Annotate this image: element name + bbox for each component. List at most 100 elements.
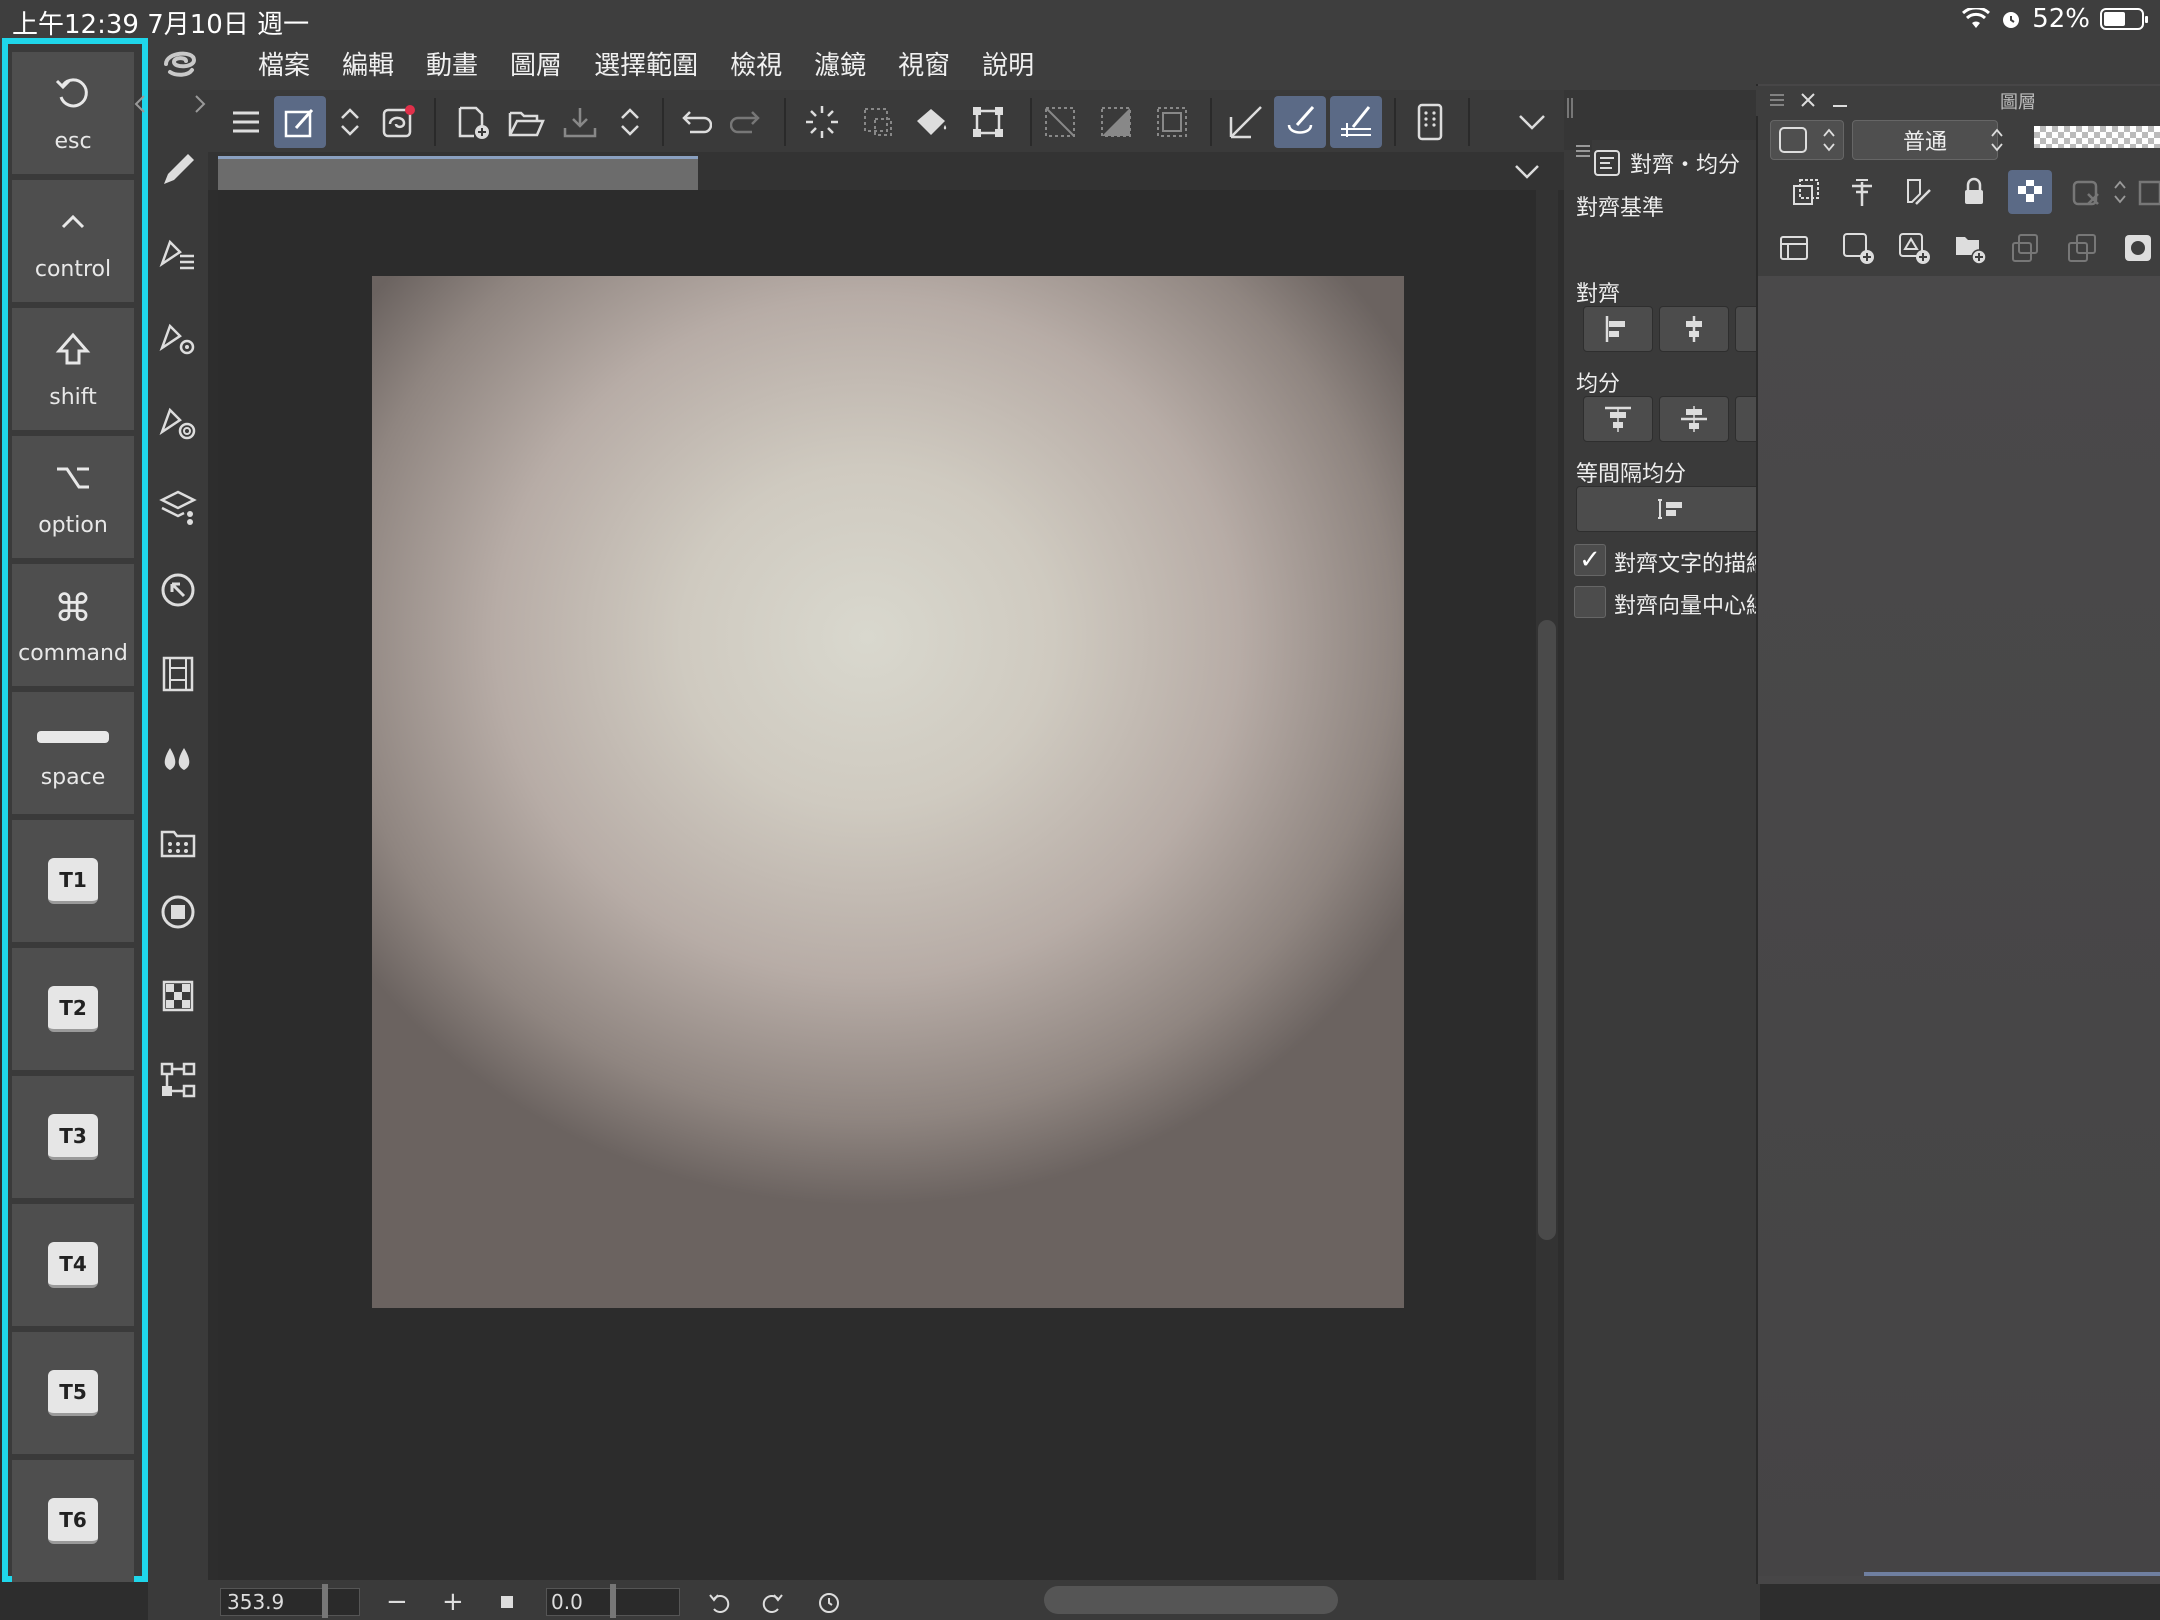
merge-layer-icon[interactable] xyxy=(2060,226,2104,270)
layer-list[interactable] xyxy=(1758,276,2160,1576)
menu-edit[interactable]: 編輯 xyxy=(326,48,410,84)
clip-to-layer-below-icon[interactable] xyxy=(1784,170,1828,214)
layer-panel-menu-icon[interactable] xyxy=(1768,92,1790,110)
t4-key[interactable]: T4 xyxy=(12,1204,134,1326)
align-horizontal-center-button[interactable] xyxy=(1659,306,1729,352)
t5-key[interactable]: T5 xyxy=(12,1332,134,1454)
rotate-left-icon[interactable] xyxy=(706,1588,736,1616)
opacity-slider[interactable] xyxy=(2034,126,2160,148)
clear-outside-selection-icon[interactable] xyxy=(852,96,904,148)
transform-icon[interactable] xyxy=(962,96,1014,148)
layer-color-select[interactable] xyxy=(1770,120,1844,160)
rotation-slider-handle[interactable] xyxy=(610,1584,616,1618)
align-left-button[interactable] xyxy=(1583,306,1653,352)
t3-key[interactable]: T3 xyxy=(12,1076,134,1198)
clear-icon[interactable] xyxy=(796,96,848,148)
menu-file[interactable]: 檔案 xyxy=(242,48,326,84)
pen-target-icon[interactable] xyxy=(152,396,204,448)
special-ruler-snap-icon[interactable] xyxy=(1274,96,1326,148)
zoom-in-button[interactable]: + xyxy=(442,1587,470,1617)
redo-icon[interactable] xyxy=(722,96,774,148)
menu-layer[interactable]: 圖層 xyxy=(494,48,578,84)
layer-panel-minimize-icon[interactable] xyxy=(1830,90,1854,114)
menu-help[interactable]: 說明 xyxy=(966,48,1050,84)
transfer-to-lower-layer-icon[interactable] xyxy=(2004,226,2048,270)
edit-mode-icon[interactable] xyxy=(274,96,326,148)
ruler-layer-icon[interactable] xyxy=(2136,170,2160,214)
device-settings-icon[interactable] xyxy=(1404,96,1456,148)
color-circle-icon[interactable] xyxy=(152,886,204,938)
updown-chevron-icon[interactable] xyxy=(324,96,376,148)
align-distribute-tab[interactable]: 對齊・均分 xyxy=(1592,140,1762,186)
equal-spacing-button[interactable] xyxy=(1576,486,1766,532)
open-folder-icon[interactable] xyxy=(500,96,552,148)
grid-snap-icon[interactable] xyxy=(1330,96,1382,148)
save-updown-chevron-icon[interactable] xyxy=(604,96,656,148)
lock-transparent-pixels-icon[interactable] xyxy=(2008,170,2052,214)
panel-left-chevron-icon[interactable] xyxy=(132,92,152,122)
node-graph-icon[interactable] xyxy=(152,1054,204,1106)
control-key[interactable]: control xyxy=(12,180,134,302)
companion-mode-icon[interactable] xyxy=(372,96,424,148)
pen-layers-icon[interactable] xyxy=(152,228,204,280)
menu-view[interactable]: 檢視 xyxy=(714,48,798,84)
horizontal-scroll-thumb[interactable] xyxy=(1044,1586,1338,1614)
hamburger-menu-icon[interactable] xyxy=(220,96,272,148)
command-bar-collapse-icon[interactable] xyxy=(1506,96,1558,148)
new-canvas-icon[interactable] xyxy=(446,96,498,148)
space-key[interactable]: space xyxy=(12,692,134,814)
layer-property-icon[interactable] xyxy=(152,480,204,532)
command-key[interactable]: ⌘ command xyxy=(12,564,134,686)
pen-tool-icon[interactable] xyxy=(152,144,204,196)
pen-settings-icon[interactable] xyxy=(152,312,204,364)
color-drops-icon[interactable] xyxy=(152,732,204,784)
layer-property-panel-icon[interactable] xyxy=(1772,226,1816,270)
t6-key[interactable]: T6 xyxy=(12,1460,134,1582)
layer-panel-close-icon[interactable] xyxy=(1798,90,1822,114)
invert-selection-icon[interactable] xyxy=(1090,96,1142,148)
save-download-icon[interactable] xyxy=(554,96,606,148)
t2-key[interactable]: T2 xyxy=(12,948,134,1070)
t1-key[interactable]: T1 xyxy=(12,820,134,942)
vertical-scroll-thumb[interactable] xyxy=(1538,620,1556,1240)
menu-animation[interactable]: 動畫 xyxy=(410,48,494,84)
blend-mode-chevron-icon[interactable] xyxy=(1990,122,2004,158)
zoom-out-button[interactable]: − xyxy=(386,1587,414,1617)
deselect-icon[interactable] xyxy=(1034,96,1086,148)
color-set-icon[interactable] xyxy=(152,970,204,1022)
fit-screen-icon[interactable] xyxy=(500,1588,522,1616)
distribute-vertical-center-button[interactable] xyxy=(1659,396,1729,442)
align-text-draw-checkbox[interactable]: ✓ xyxy=(1574,544,1606,576)
tab-collapse-chevron-icon[interactable] xyxy=(1510,156,1550,186)
align-vector-centerline-checkbox[interactable] xyxy=(1574,586,1606,618)
menu-selection[interactable]: 選擇範圍 xyxy=(578,48,714,84)
undo-icon[interactable] xyxy=(668,96,720,148)
distribute-top-button[interactable] xyxy=(1583,396,1653,442)
lock-layer-icon[interactable] xyxy=(1952,170,1996,214)
draft-layer-icon[interactable] xyxy=(1896,170,1940,214)
shift-key[interactable]: shift xyxy=(12,308,134,430)
new-raster-layer-icon[interactable] xyxy=(1836,226,1880,270)
menu-filter[interactable]: 濾鏡 xyxy=(798,48,882,84)
drawing-canvas[interactable] xyxy=(372,276,1404,1308)
navigator-icon[interactable] xyxy=(152,564,204,616)
esc-key[interactable]: esc xyxy=(12,52,134,174)
new-folder-icon[interactable] xyxy=(1948,226,1992,270)
panel-right-chevron-icon[interactable] xyxy=(192,92,212,122)
zoom-slider-handle[interactable] xyxy=(322,1584,328,1618)
timeline-film-icon[interactable] xyxy=(152,648,204,700)
material-folder-icon[interactable] xyxy=(152,816,204,868)
new-vector-layer-icon[interactable] xyxy=(1892,226,1936,270)
fill-bucket-icon[interactable] xyxy=(906,96,958,148)
mask-chevron-icon[interactable] xyxy=(2108,170,2132,214)
select-all-icon[interactable] xyxy=(1146,96,1198,148)
ruler-snap-icon[interactable] xyxy=(1220,96,1272,148)
reset-rotation-icon[interactable] xyxy=(816,1588,846,1616)
menu-window[interactable]: 視窗 xyxy=(882,48,966,84)
app-logo-icon[interactable] xyxy=(160,46,200,80)
blend-mode-select[interactable]: 普通 xyxy=(1852,120,1998,160)
panel-grip-icon[interactable] xyxy=(1566,96,1580,122)
rotate-right-icon[interactable] xyxy=(760,1588,790,1616)
mask-toggle-icon[interactable] xyxy=(2064,170,2108,214)
layer-mask-icon[interactable] xyxy=(2116,226,2160,270)
